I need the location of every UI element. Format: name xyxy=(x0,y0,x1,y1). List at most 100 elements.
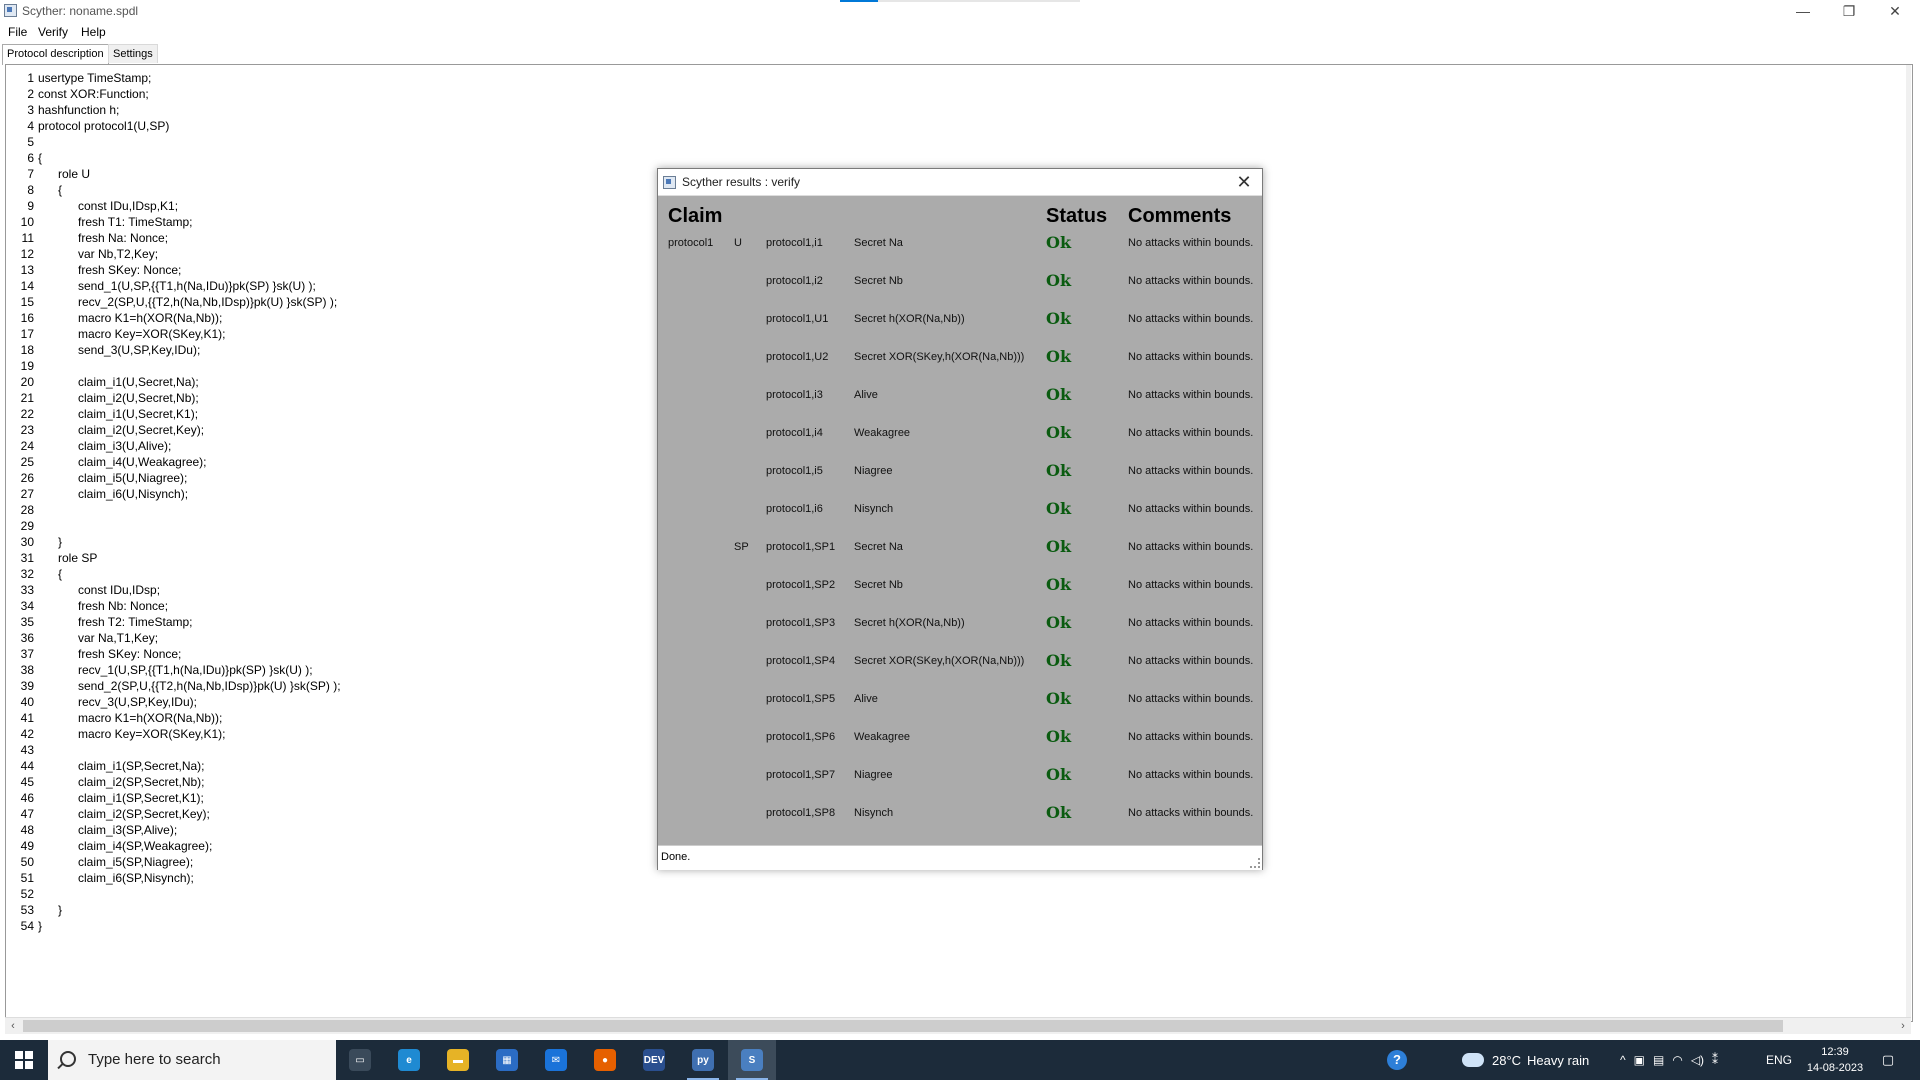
vertical-scrollbar[interactable] xyxy=(1906,65,1911,1021)
close-button[interactable]: ✕ xyxy=(1872,0,1918,22)
code-text[interactable]: const IDu,IDsp,K1; xyxy=(38,198,178,214)
code-text[interactable]: fresh SKey: Nonce; xyxy=(38,262,181,278)
scrollbar-thumb[interactable] xyxy=(23,1020,1783,1032)
results-close-icon[interactable]: ✕ xyxy=(1230,171,1258,193)
language-indicator[interactable]: ENG xyxy=(1766,1040,1792,1080)
code-line[interactable]: 4 protocol protocol1(U,SP) xyxy=(6,118,1906,134)
shield-tray-icon[interactable]: ⁑ xyxy=(1712,1053,1718,1067)
code-line[interactable]: 51 claim_i6(SP,Nisynch); xyxy=(6,870,1906,886)
taskbar-app-mail[interactable]: ✉ xyxy=(532,1040,580,1080)
code-line[interactable]: 53 } xyxy=(6,902,1906,918)
code-text[interactable]: var Na,T1,Key; xyxy=(38,630,158,646)
code-text[interactable]: { xyxy=(38,182,62,198)
code-text[interactable]: claim_i1(U,Secret,K1); xyxy=(38,406,198,422)
code-text[interactable]: recv_2(SP,U,{{T2,h(Na,Nb,IDsp)}pk(U) }sk… xyxy=(38,294,337,310)
code-text[interactable]: { xyxy=(38,150,42,166)
code-text[interactable]: fresh T1: TimeStamp; xyxy=(38,214,193,230)
menu-verify[interactable]: Verify xyxy=(38,25,68,39)
code-text[interactable]: claim_i5(SP,Niagree); xyxy=(38,854,193,870)
code-text[interactable]: } xyxy=(38,902,62,918)
code-text[interactable]: role U xyxy=(38,166,90,182)
taskbar-app-task-view[interactable]: ▭ xyxy=(336,1040,384,1080)
code-text[interactable]: claim_i6(U,Nisynch); xyxy=(38,486,188,502)
menu-file[interactable]: File xyxy=(8,25,27,39)
task-view-icon: ▭ xyxy=(349,1049,371,1071)
meet-now-icon[interactable]: ▣ xyxy=(1634,1053,1645,1067)
taskbar-app-dev-cpp[interactable]: DEV xyxy=(630,1040,678,1080)
code-text[interactable]: claim_i2(U,Secret,Key); xyxy=(38,422,204,438)
weather-widget[interactable]: 28°C Heavy rain xyxy=(1462,1040,1589,1080)
code-text[interactable]: send_3(U,SP,Key,IDu); xyxy=(38,342,200,358)
scroll-right-arrow-icon[interactable]: › xyxy=(1895,1018,1911,1034)
display-icon[interactable]: ▤ xyxy=(1653,1053,1664,1067)
code-text[interactable]: protocol protocol1(U,SP) xyxy=(38,118,169,134)
code-text[interactable]: macro K1=h(XOR(Na,Nb)); xyxy=(38,710,222,726)
code-text[interactable]: fresh SKey: Nonce; xyxy=(38,646,181,662)
maximize-button[interactable]: ❐ xyxy=(1826,0,1872,22)
code-text[interactable]: fresh Nb: Nonce; xyxy=(38,598,168,614)
taskbar-app-firefox[interactable]: ● xyxy=(581,1040,629,1080)
code-text[interactable]: claim_i3(U,Alive); xyxy=(38,438,171,454)
code-text[interactable]: send_2(SP,U,{{T2,h(Na,Nb,IDsp)}pk(U) }sk… xyxy=(38,678,341,694)
wifi-icon[interactable]: ◠ xyxy=(1672,1053,1682,1067)
results-window[interactable]: Scyther results : verify ✕ Claim Status … xyxy=(657,168,1263,870)
taskbar-app-microsoft-store[interactable]: ▦ xyxy=(483,1040,531,1080)
code-text[interactable]: claim_i3(SP,Alive); xyxy=(38,822,177,838)
code-line[interactable]: 3 hashfunction h; xyxy=(6,102,1906,118)
line-number: 47 xyxy=(20,807,34,821)
code-text[interactable]: hashfunction h; xyxy=(38,102,119,118)
notification-icon[interactable]: ▢ xyxy=(1876,1040,1900,1080)
code-text[interactable]: claim_i5(U,Niagree); xyxy=(38,470,187,486)
volume-icon[interactable]: ◁) xyxy=(1691,1053,1704,1067)
taskbar-clock[interactable]: 12:39 14-08-2023 xyxy=(1800,1044,1870,1076)
code-text[interactable]: const IDu,IDsp; xyxy=(38,582,160,598)
menu-help[interactable]: Help xyxy=(81,25,106,39)
horizontal-scrollbar[interactable]: ‹ › xyxy=(5,1017,1911,1034)
code-text[interactable]: fresh Na: Nonce; xyxy=(38,230,168,246)
code-text[interactable]: claim_i2(U,Secret,Nb); xyxy=(38,390,199,406)
code-text[interactable]: recv_3(U,SP,Key,IDu); xyxy=(38,694,197,710)
search-icon xyxy=(60,1051,76,1067)
code-text[interactable]: } xyxy=(38,918,42,934)
code-line[interactable]: 52 xyxy=(6,886,1906,902)
taskbar-app-file-explorer[interactable]: ▬ xyxy=(434,1040,482,1080)
code-line[interactable]: 5 xyxy=(6,134,1906,150)
scroll-left-arrow-icon[interactable]: ‹ xyxy=(5,1018,21,1034)
code-text[interactable]: recv_1(U,SP,{{T1,h(Na,IDu)}pk(SP) }sk(U)… xyxy=(38,662,313,678)
code-text[interactable]: claim_i6(SP,Nisynch); xyxy=(38,870,194,886)
start-button[interactable] xyxy=(0,1040,48,1080)
show-hidden-icons-icon[interactable]: ^ xyxy=(1620,1053,1626,1067)
resize-grip-icon[interactable] xyxy=(1250,858,1260,868)
code-text[interactable]: send_1(U,SP,{{T1,h(Na,IDu)}pk(SP) }sk(U)… xyxy=(38,278,316,294)
code-text[interactable]: claim_i1(SP,Secret,K1); xyxy=(38,790,204,806)
help-tray-icon[interactable]: ? xyxy=(1380,1040,1414,1080)
code-text[interactable]: claim_i1(SP,Secret,Na); xyxy=(38,758,205,774)
tab-protocol-description[interactable]: Protocol description xyxy=(2,44,109,65)
taskbar-app-edge[interactable]: e xyxy=(385,1040,433,1080)
taskbar-app-scyther[interactable]: S xyxy=(728,1040,776,1080)
code-text[interactable]: { xyxy=(38,566,62,582)
code-text[interactable]: claim_i2(SP,Secret,Nb); xyxy=(38,774,205,790)
minimize-button[interactable]: — xyxy=(1780,0,1826,22)
code-text[interactable]: usertype TimeStamp; xyxy=(38,70,151,86)
results-titlebar[interactable]: Scyther results : verify ✕ xyxy=(658,169,1262,196)
code-text[interactable]: const XOR:Function; xyxy=(38,86,149,102)
code-text[interactable]: macro Key=XOR(SKey,K1); xyxy=(38,326,226,342)
code-text[interactable]: claim_i4(SP,Weakagree); xyxy=(38,838,212,854)
code-text[interactable]: macro Key=XOR(SKey,K1); xyxy=(38,726,226,742)
code-text[interactable]: var Nb,T2,Key; xyxy=(38,246,158,262)
code-text[interactable]: claim_i1(U,Secret,Na); xyxy=(38,374,199,390)
tab-settings[interactable]: Settings xyxy=(108,44,158,63)
code-line[interactable]: 54} xyxy=(6,918,1906,934)
code-text[interactable]: fresh T2: TimeStamp; xyxy=(38,614,193,630)
code-text[interactable]: claim_i2(SP,Secret,Key); xyxy=(38,806,210,822)
taskbar-search[interactable]: Type here to search xyxy=(48,1040,336,1080)
code-text[interactable]: claim_i4(U,Weakagree); xyxy=(38,454,207,470)
code-line[interactable]: 1 usertype TimeStamp; xyxy=(6,70,1906,86)
code-line[interactable]: 6{ xyxy=(6,150,1906,166)
taskbar-app-python-idle[interactable]: py xyxy=(679,1040,727,1080)
code-text[interactable]: role SP xyxy=(38,550,97,566)
code-text[interactable]: macro K1=h(XOR(Na,Nb)); xyxy=(38,310,222,326)
code-text[interactable]: } xyxy=(38,534,62,550)
code-line[interactable]: 2 const XOR:Function; xyxy=(6,86,1906,102)
